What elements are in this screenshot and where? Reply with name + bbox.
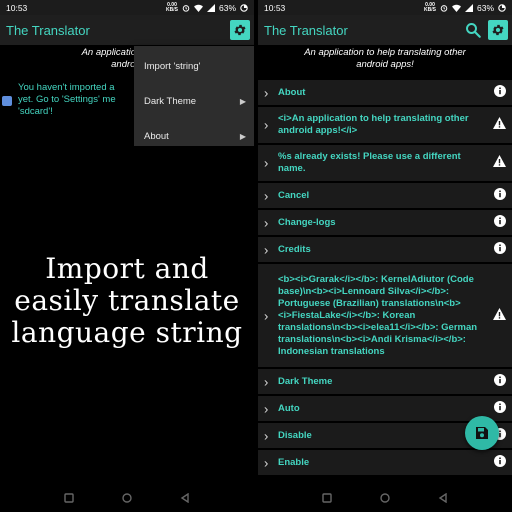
save-fab-button[interactable]	[465, 416, 499, 450]
expand-chevron-icon: ›	[264, 428, 269, 443]
left-phone-screen: 10:53 0.00 KB/S 63% The Translator An app…	[0, 0, 254, 512]
info-icon[interactable]	[494, 241, 506, 259]
network-speed: 0.00 KB/S	[166, 2, 178, 13]
promo-line: Import and	[45, 252, 209, 285]
list-item-label: <i>An application to help translating ot…	[278, 113, 469, 136]
expand-chevron-icon: ›	[264, 308, 269, 323]
list-item-label: Cancel	[278, 189, 310, 201]
battery-icon	[240, 3, 248, 12]
back-button-icon[interactable]	[180, 493, 190, 503]
home-button-icon[interactable]	[380, 493, 390, 503]
info-icon[interactable]	[494, 400, 506, 418]
list-item[interactable]: › Change-logs	[258, 210, 512, 237]
menu-item-label: About	[144, 130, 169, 142]
home-button-icon[interactable]	[122, 493, 132, 503]
warning-icon[interactable]	[493, 154, 506, 172]
menu-item-import-string[interactable]: Import 'string'	[134, 51, 254, 81]
warning-icon[interactable]	[493, 116, 506, 134]
info-icon[interactable]	[494, 454, 506, 472]
gear-icon	[234, 24, 246, 36]
wifi-icon	[452, 4, 461, 12]
info-icon[interactable]	[494, 187, 506, 205]
network-speed-unit: KB/S	[424, 6, 436, 13]
recents-button-icon[interactable]	[322, 493, 332, 503]
battery-percent: 63%	[476, 2, 494, 13]
menu-item-dark-theme[interactable]: Dark Theme ▶	[134, 86, 254, 116]
menu-item-about[interactable]: About ▶	[134, 121, 254, 151]
alarm-icon	[440, 4, 448, 12]
network-speed: 0.00 KB/S	[424, 2, 436, 13]
expand-chevron-icon: ›	[264, 85, 269, 100]
recents-button-icon[interactable]	[64, 493, 74, 503]
list-item[interactable]: › <i>An application to help translating …	[258, 107, 512, 145]
list-item-label: Change-logs	[278, 216, 336, 228]
notice-line: You haven't imported a	[18, 82, 115, 93]
info-icon[interactable]	[494, 84, 506, 102]
menu-item-label: Dark Theme	[144, 95, 197, 107]
system-nav-bar	[258, 484, 512, 512]
app-toolbar: The Translator	[0, 15, 254, 45]
search-icon[interactable]	[464, 21, 482, 39]
info-icon[interactable]	[494, 214, 506, 232]
notice-line: 'sdcard'!	[18, 106, 53, 117]
alarm-icon	[182, 4, 190, 12]
promo-line: easily translate	[14, 284, 240, 317]
app-description: An application to help translating other…	[258, 45, 512, 75]
list-item[interactable]: › Cancel	[258, 183, 512, 210]
expand-chevron-icon: ›	[264, 117, 269, 133]
status-time: 10:53	[6, 2, 28, 13]
back-button-icon[interactable]	[438, 493, 448, 503]
status-bar: 10:53 0.00 KB/S 63%	[0, 0, 254, 15]
settings-button[interactable]	[488, 20, 508, 40]
notice-line: yet. Go to 'Settings' me	[18, 94, 116, 105]
list-item-label: Disable	[278, 429, 312, 441]
list-item[interactable]: › Credits	[258, 237, 512, 264]
submenu-arrow-icon: ▶	[239, 96, 246, 106]
list-item-label: %s already exists! Please use a differen…	[278, 151, 461, 174]
battery-icon	[498, 3, 506, 12]
expand-chevron-icon: ›	[264, 401, 269, 416]
menu-item-label: Import 'string'	[144, 60, 201, 72]
list-item-label: Enable	[278, 456, 310, 468]
expand-chevron-icon: ›	[264, 188, 269, 203]
list-item-label: <b><i>Grarak</i></b>: KernelAdiutor (Cod…	[278, 273, 478, 357]
expand-chevron-icon: ›	[264, 374, 269, 389]
list-item[interactable]: › Dark Theme	[258, 369, 512, 396]
list-item[interactable]: › %s already exists! Please use a differ…	[258, 145, 512, 183]
status-time: 10:53	[264, 2, 286, 13]
expand-chevron-icon: ›	[264, 242, 269, 257]
promo-line: language string	[11, 316, 243, 349]
app-title: The Translator	[264, 22, 348, 38]
gear-icon	[492, 24, 504, 36]
list-item-label: Auto	[278, 402, 300, 414]
warning-icon[interactable]	[493, 307, 506, 325]
app-title: The Translator	[6, 22, 90, 38]
app-description-line: android apps!	[356, 59, 414, 70]
settings-button[interactable]	[230, 20, 250, 40]
network-speed-unit: KB/S	[166, 6, 178, 13]
list-item[interactable]: › Enable	[258, 450, 512, 477]
list-item-label: About	[278, 86, 306, 98]
battery-percent: 63%	[218, 2, 236, 13]
list-item[interactable]: › About	[258, 80, 512, 107]
screenshot-collage: 10:53 0.00 KB/S 63% The Translator An app…	[0, 0, 512, 512]
promo-caption: Import and easily translate language str…	[0, 253, 254, 349]
submenu-arrow-icon: ▶	[239, 131, 246, 141]
signal-icon	[206, 3, 215, 12]
list-item[interactable]: › <b><i>Grarak</i></b>: KernelAdiutor (C…	[258, 264, 512, 369]
list-item-label: Credits	[278, 243, 311, 255]
signal-icon	[464, 3, 473, 12]
app-toolbar: The Translator	[258, 15, 512, 45]
list-item-label: Dark Theme	[278, 375, 333, 387]
expand-chevron-icon: ›	[264, 455, 269, 470]
expand-chevron-icon: ›	[264, 155, 269, 171]
expand-chevron-icon: ›	[264, 215, 269, 230]
app-description-line: An application to help translating other	[304, 47, 466, 58]
system-nav-bar	[0, 484, 254, 512]
save-icon	[476, 427, 488, 439]
overflow-menu: Import 'string' Dark Theme ▶ About ▶	[134, 46, 254, 146]
wifi-icon	[194, 4, 203, 12]
status-bar: 10:53 0.00 KB/S 63%	[258, 0, 512, 15]
info-icon[interactable]	[494, 373, 506, 391]
